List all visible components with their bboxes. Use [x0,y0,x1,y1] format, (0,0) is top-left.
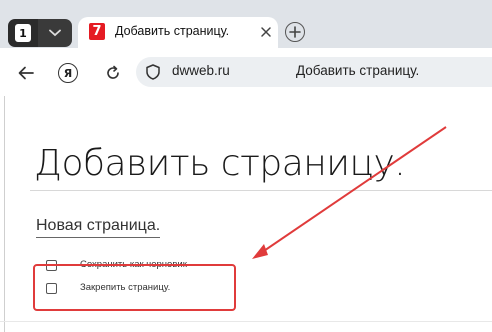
heading-divider [30,190,492,191]
close-icon[interactable] [259,25,273,39]
site-favicon-icon: 7 [89,23,105,40]
address-domain: dwweb.ru [172,63,230,78]
new-page-link[interactable]: Новая страница. [36,217,161,238]
page-title: Добавить страницу. [34,143,406,184]
annotation-highlight-box [33,264,236,311]
address-bar[interactable]: dwweb.ru Добавить страницу. [136,57,492,87]
shield-icon[interactable] [146,64,160,80]
plus-icon [289,26,301,38]
reload-icon [107,65,119,79]
tab-strip: 1 7 Добавить страницу. [0,0,492,48]
yandex-button[interactable]: Я [58,63,78,83]
active-tab[interactable]: 7 Добавить страницу. [78,17,278,48]
back-button[interactable] [17,64,35,82]
tab-title: Добавить страницу. [115,24,230,38]
page-left-border [4,96,5,332]
chevron-down-icon [49,29,61,37]
tab-counter-icon: 1 [15,24,31,42]
tab-counter-button[interactable]: 1 [8,19,38,47]
browser-toolbar: Я dwweb.ru Добавить страницу. [0,48,492,96]
address-page-title: Добавить страницу. [296,63,420,78]
bottom-divider [0,321,492,322]
back-arrow-icon [18,66,34,80]
reload-button[interactable] [104,64,122,82]
tabs-menu-button[interactable] [38,19,72,47]
new-tab-button[interactable] [285,22,305,42]
